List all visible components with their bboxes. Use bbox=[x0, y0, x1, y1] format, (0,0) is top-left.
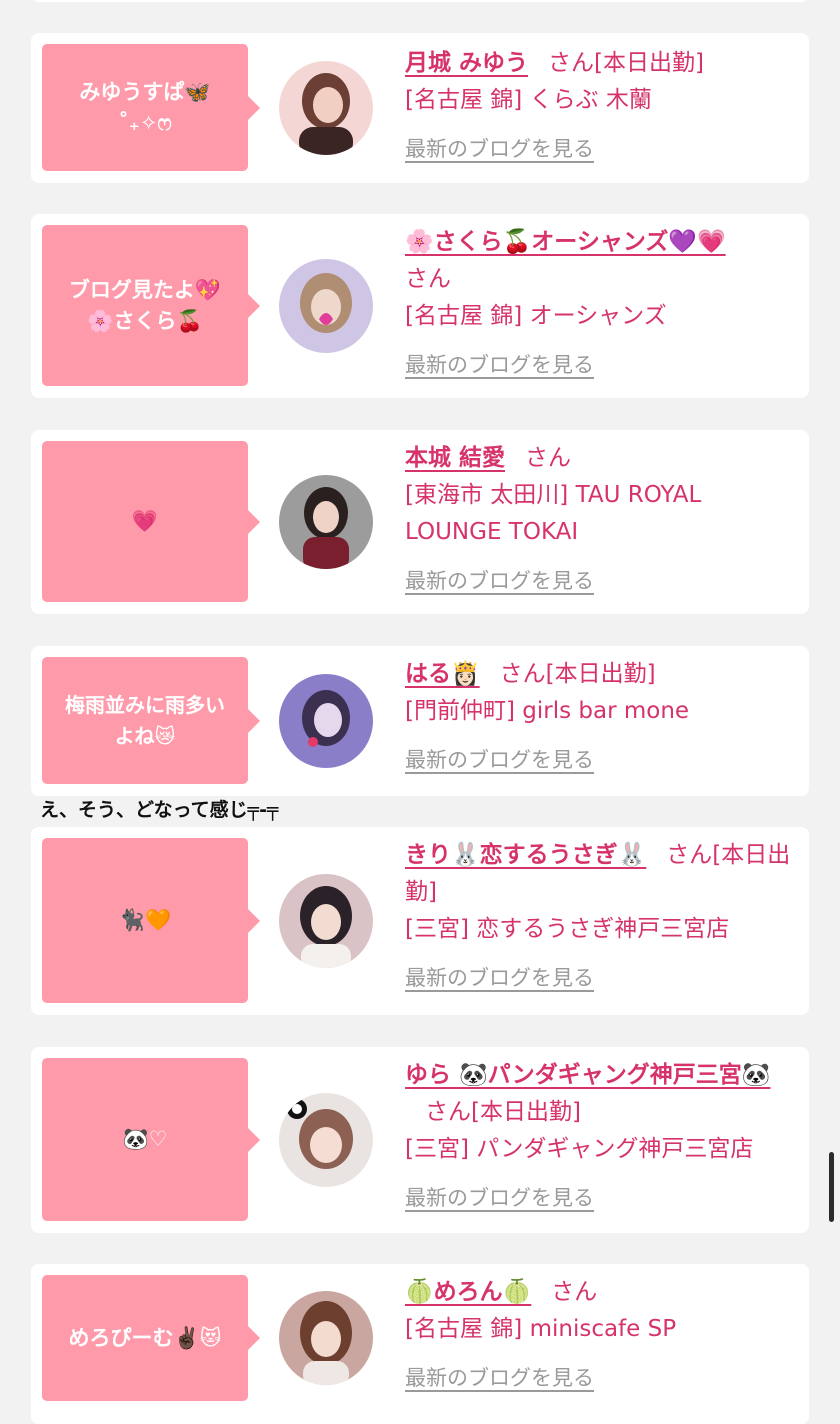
honorific-status: さん[本日出勤] bbox=[548, 50, 704, 76]
avatar[interactable] bbox=[279, 259, 373, 353]
comment-bubble: めろぴーむ✌🏿😻 bbox=[42, 1275, 260, 1401]
story-caption-overlay: え、そう、どなって感じ╤-╤ bbox=[40, 799, 279, 821]
latest-blog-link[interactable]: 最新のブログを見る bbox=[405, 347, 795, 384]
blog-card: ブログ見たよ💖 🌸さくら🍒 🌸さくら🍒オーシャンズ💜💗 さん [名古屋 錦] オ… bbox=[31, 214, 809, 398]
comment-bubble: ブログ見たよ💖 🌸さくら🍒 bbox=[42, 225, 260, 386]
profile-info: 🌸さくら🍒オーシャンズ💜💗 さん [名古屋 錦] オーシャンズ 最新のブログを見… bbox=[405, 224, 795, 384]
shop-location: [門前仲町] girls bar mone bbox=[405, 698, 690, 724]
comment-bubble: 🐈‍⬛🧡 bbox=[42, 838, 260, 1003]
comment-bubble: 💗 bbox=[42, 441, 260, 602]
avatar[interactable] bbox=[279, 674, 373, 768]
profile-info: きり🐰恋するうさぎ🐰 さん[本日出勤] [三宮] 恋するうさぎ神戸三宮店 最新のブ… bbox=[405, 837, 795, 997]
profile-info: 🍈めろん🍈 さん [名古屋 錦] miniscafe SP 最新のブログを見る bbox=[405, 1274, 795, 1397]
avatar[interactable] bbox=[279, 1291, 373, 1385]
profile-info: 月城 みゆう さん[本日出勤] [名古屋 錦] くらぶ 木蘭 最新のブログを見る bbox=[405, 45, 795, 168]
blog-card: みゆうすぱ🦋 ˚₊✧ෆ 月城 みゆう さん[本日出勤] [名古屋 錦] くらぶ 木… bbox=[31, 33, 809, 183]
shop-location: [三宮] パンダギャング神戸三宮店 bbox=[405, 1136, 754, 1162]
blog-card: 🐈‍⬛🧡 きり🐰恋するうさぎ🐰 さん[本日出勤] [三宮] 恋するうさぎ神戸三宮店… bbox=[31, 827, 809, 1015]
honorific-status: さん[本日出勤] bbox=[425, 1099, 581, 1125]
blog-card: 🐼♡ ゆら 🐼パンダギャング神戸三宮🐼 さん[本日出勤] [三宮] パンダギャング… bbox=[31, 1047, 809, 1233]
blog-card: めろぴーむ✌🏿😻 🍈めろん🍈 さん [名古屋 錦] miniscafe SP 最新… bbox=[31, 1264, 809, 1424]
shop-location: [名古屋 錦] オーシャンズ bbox=[405, 303, 667, 329]
blog-card: 💗 本城 結愛 さん [東海市 太田川] TAU ROYAL LOUNGE TOK… bbox=[31, 430, 809, 614]
latest-blog-link[interactable]: 最新のブログを見る bbox=[405, 960, 795, 997]
avatar[interactable] bbox=[279, 475, 373, 569]
latest-blog-link[interactable]: 最新のブログを見る bbox=[405, 131, 795, 168]
cast-name-link[interactable]: 月城 みゆう bbox=[405, 50, 528, 76]
honorific: さん bbox=[405, 266, 451, 292]
profile-info: はる👸🏻 さん[本日出勤] [門前仲町] girls bar mone 最新のブロ… bbox=[405, 656, 795, 779]
blog-card: 梅雨並みに雨多い よね😿 はる👸🏻 さん[本日出勤] [門前仲町] girls b… bbox=[31, 646, 809, 796]
honorific: さん bbox=[551, 1279, 598, 1305]
profile-info: ゆら 🐼パンダギャング神戸三宮🐼 さん[本日出勤] [三宮] パンダギャング神戸三… bbox=[405, 1057, 795, 1217]
honorific-status: さん[本日出勤] bbox=[499, 661, 656, 687]
comment-bubble: 🐼♡ bbox=[42, 1058, 260, 1221]
avatar[interactable] bbox=[279, 1093, 373, 1187]
latest-blog-link[interactable]: 最新のブログを見る bbox=[405, 742, 795, 779]
cast-name-link[interactable]: 🍈めろん🍈 bbox=[405, 1279, 531, 1305]
scrollbar[interactable] bbox=[829, 1152, 834, 1222]
cast-name-link[interactable]: 本城 結愛 bbox=[405, 445, 505, 471]
avatar[interactable] bbox=[279, 874, 373, 968]
latest-blog-link[interactable]: 最新のブログを見る bbox=[405, 1180, 795, 1217]
honorific: さん bbox=[525, 445, 572, 471]
comment-bubble: 梅雨並みに雨多い よね😿 bbox=[42, 657, 260, 784]
cast-name-link[interactable]: はる👸🏻 bbox=[405, 661, 480, 687]
latest-blog-link[interactable]: 最新のブログを見る bbox=[405, 1360, 795, 1397]
shop-location: [東海市 太田川] TAU ROYAL LOUNGE TOKAI bbox=[405, 482, 702, 545]
cast-name-link[interactable]: ゆら 🐼パンダギャング神戸三宮🐼 bbox=[405, 1062, 770, 1088]
cast-name-link[interactable]: きり🐰恋するうさぎ🐰 bbox=[405, 842, 646, 868]
comment-bubble: みゆうすぱ🦋 ˚₊✧ෆ bbox=[42, 44, 260, 171]
shop-location: [三宮] 恋するうさぎ神戸三宮店 bbox=[405, 916, 730, 942]
shop-location: [名古屋 錦] miniscafe SP bbox=[405, 1316, 677, 1342]
cast-name-link[interactable]: 🌸さくら🍒オーシャンズ💜💗 bbox=[405, 229, 726, 255]
shop-location: [名古屋 錦] くらぶ 木蘭 bbox=[405, 87, 652, 113]
latest-blog-link[interactable]: 最新のブログを見る bbox=[405, 563, 795, 600]
profile-info: 本城 結愛 さん [東海市 太田川] TAU ROYAL LOUNGE TOKAI… bbox=[405, 440, 795, 600]
avatar[interactable] bbox=[279, 61, 373, 155]
previous-card-edge bbox=[31, 0, 809, 2]
